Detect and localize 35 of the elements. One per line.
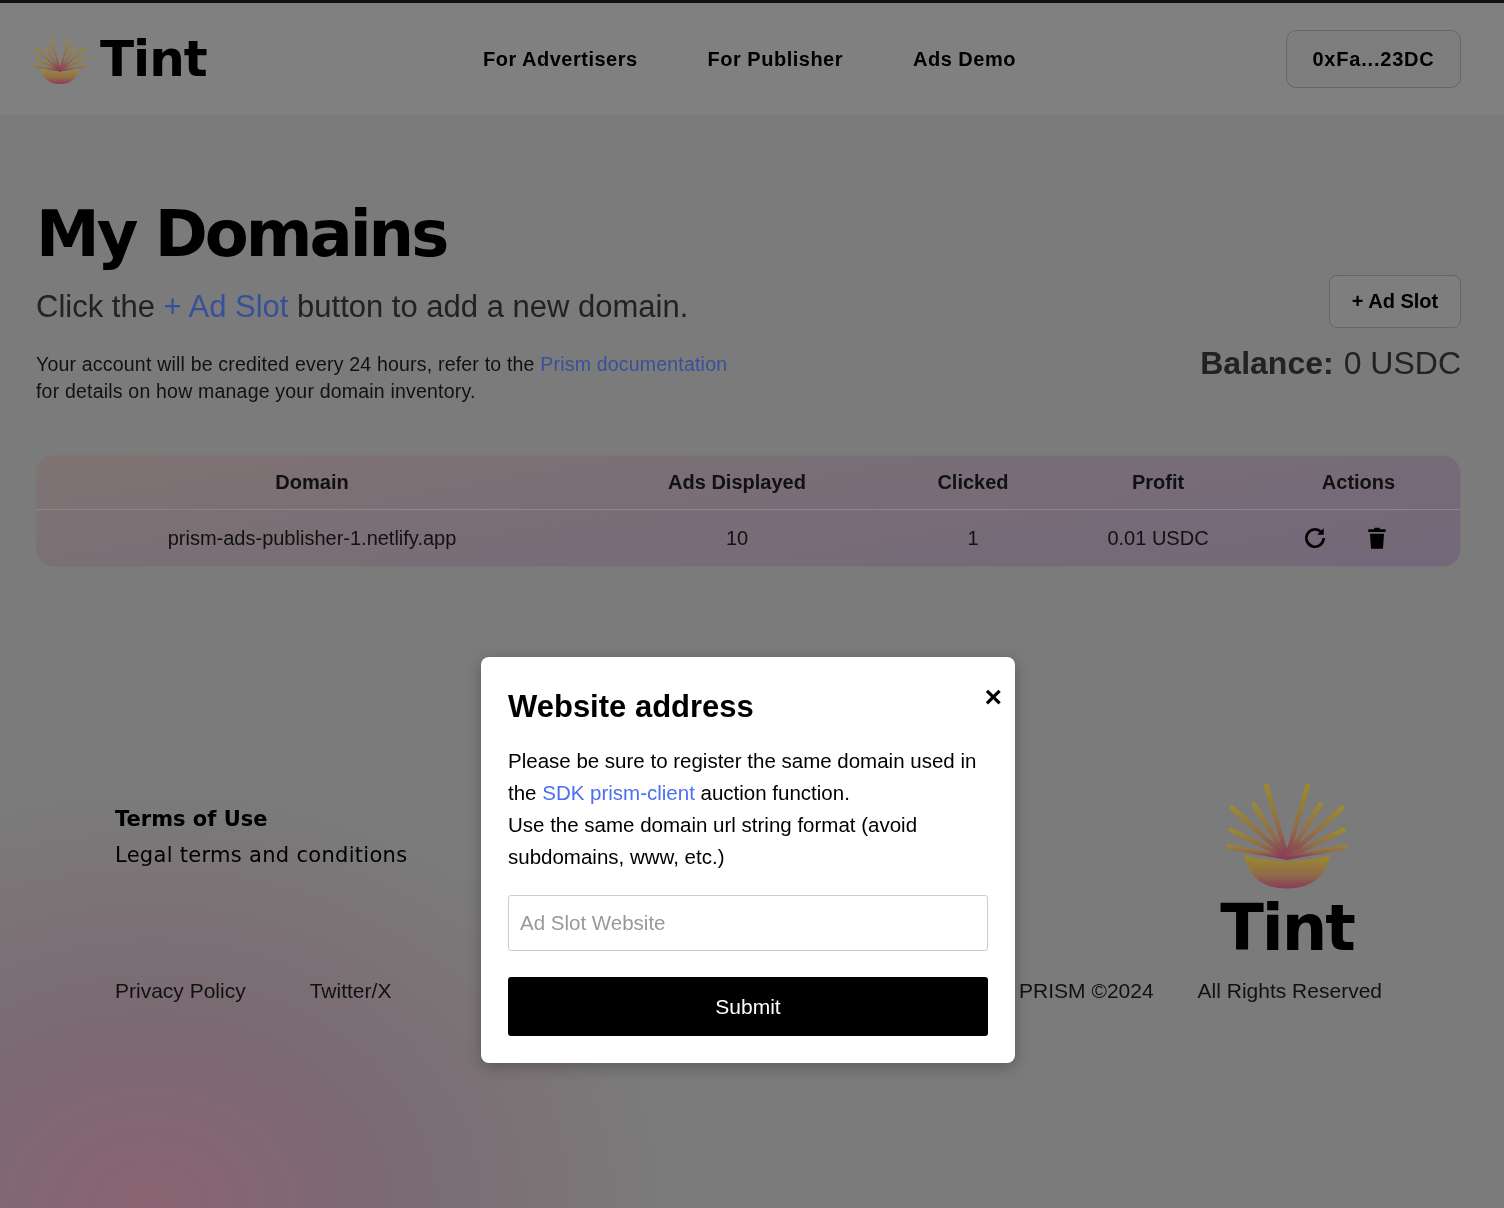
terms-heading: Terms of Use: [115, 807, 269, 831]
terms-link[interactable]: Legal terms and conditions: [115, 843, 408, 867]
website-input-field[interactable]: Ad Slot Website: [508, 895, 988, 951]
copyright-text: PRISM ©2024: [1019, 979, 1154, 1003]
close-button[interactable]: ×: [984, 683, 1002, 711]
column-header: Profit: [1130, 470, 1186, 495]
modal-text: Use the same domain url string format (avoid subdomains, www, etc.): [508, 812, 919, 870]
nav-link[interactable]: For Advertisers: [483, 47, 638, 71]
brand-name[interactable]: Tint: [100, 30, 207, 88]
column-header: Clicked: [936, 470, 1010, 495]
table-cell-text: 10: [724, 525, 750, 551]
footer-link[interactable]: Privacy Policy: [115, 979, 246, 1003]
account-note: Your account will be credited every 24 hours, refer to the Prism documentation for details on how manage your domain inventory.: [36, 352, 728, 404]
sdk-link[interactable]: SDK prism-client: [542, 781, 695, 804]
intro-text: Click the + Ad Slot button to add a new domain.: [36, 289, 690, 325]
table-cell-text: prism-ads-publisher-1.netlify.app: [166, 525, 458, 551]
wallet-button[interactable]: 0xFa...23DC: [1286, 30, 1461, 88]
submit-button[interactable]: Submit: [508, 977, 988, 1036]
table-cell-text: 0.01 USDC: [1106, 525, 1210, 551]
footer-link[interactable]: Twitter/X: [309, 979, 392, 1003]
add-slot-button[interactable]: + Ad Slot: [1329, 275, 1461, 328]
brand-name: Tint: [1220, 893, 1354, 963]
table-cell-text: 1: [966, 525, 980, 551]
refresh-icon[interactable]: [1302, 525, 1328, 551]
nav-link[interactable]: For Publisher: [707, 47, 843, 71]
balance-value: 0 USDC: [1343, 345, 1461, 382]
column-header: Ads Displayed: [667, 470, 807, 495]
balance-label: Balance:: [1200, 345, 1334, 382]
rights-text: All Rights Reserved: [1197, 979, 1382, 1003]
modal-title: Website address: [508, 689, 754, 725]
page-title: My Domains: [36, 196, 448, 273]
column-header: Actions: [1320, 470, 1397, 495]
nav-link[interactable]: Ads Demo: [913, 47, 1016, 71]
column-header: Domain: [274, 470, 350, 495]
modal-text: Please be sure to register the same domain used in the SDK prism-client auction function.: [508, 748, 978, 806]
